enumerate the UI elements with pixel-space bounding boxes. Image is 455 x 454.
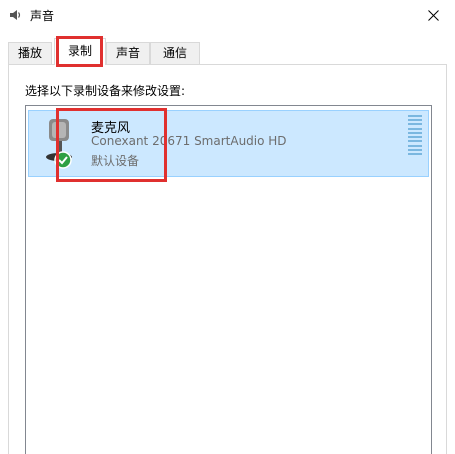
title-bar: 声音 <box>0 0 455 30</box>
tab-communications[interactable]: 通信 <box>150 42 200 64</box>
close-button[interactable] <box>411 0 455 30</box>
window-title: 声音 <box>30 9 55 23</box>
tab-playback[interactable]: 播放 <box>8 42 52 64</box>
speaker-icon <box>10 10 21 20</box>
tab-sounds[interactable]: 声音 <box>106 42 150 64</box>
annotation-box-device <box>56 108 167 182</box>
level-meter <box>408 115 422 155</box>
close-icon <box>427 9 439 21</box>
instruction-text: 选择以下录制设备来修改设置: <box>25 84 186 98</box>
annotation-box-tab <box>56 36 103 67</box>
